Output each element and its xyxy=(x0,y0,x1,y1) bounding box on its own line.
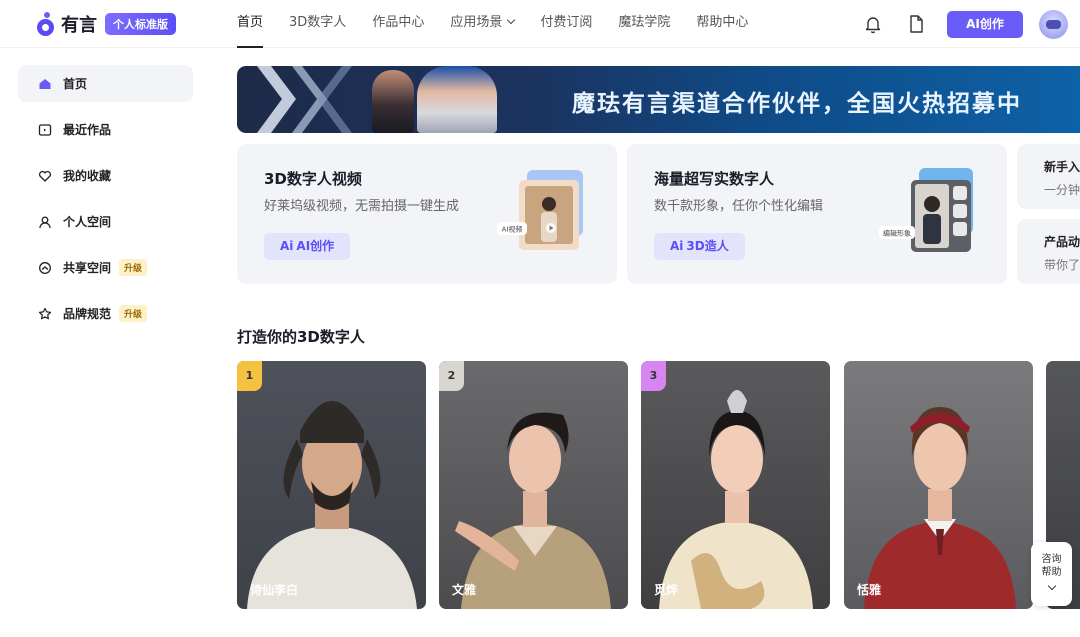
sidebar-item-brand[interactable]: 品牌规范 升级 xyxy=(18,295,193,332)
side-card-product-news[interactable]: 产品动 带你了 xyxy=(1017,219,1080,284)
nav-item-scenes[interactable]: 应用场景 xyxy=(450,0,516,48)
avatar-face-icon xyxy=(1046,20,1061,29)
digital-human-image xyxy=(247,401,417,609)
sidebar-item-personal-space[interactable]: 个人空间 xyxy=(18,203,193,240)
card-title: 海量超写实数字人 xyxy=(654,170,775,188)
side-card-beginner[interactable]: 新手入 一分钟 xyxy=(1017,144,1080,209)
nav-item-subscription[interactable]: 付费订阅 xyxy=(540,0,592,48)
digital-human-card[interactable]: 1 诗仙李白 xyxy=(237,361,426,609)
sidebar-item-favorites[interactable]: 我的收藏 xyxy=(18,157,193,194)
nav-item-scenes-label: 应用场景 xyxy=(450,15,503,30)
card-title: 3D数字人视频 xyxy=(264,170,362,188)
help-widget[interactable]: 咨询 帮助 xyxy=(1031,542,1072,606)
upgrade-badge: 升级 xyxy=(119,259,148,276)
video-card-illustration: AI视频 xyxy=(497,170,583,250)
card-button-label: 3D造人 xyxy=(686,239,729,253)
logo-text: 有言 xyxy=(61,15,97,36)
card-button-label: AI创作 xyxy=(296,239,335,253)
banner-x-graphic xyxy=(257,66,352,133)
chevron-down-icon[interactable] xyxy=(1047,581,1056,591)
sidebar-item-shared-space[interactable]: 共享空间 升级 xyxy=(18,249,193,286)
home-icon xyxy=(38,77,52,91)
nav-item-help[interactable]: 帮助中心 xyxy=(696,0,748,48)
logo-mark-icon xyxy=(37,12,59,36)
avatar-card-illustration: 编辑形象 xyxy=(879,168,973,252)
avatar[interactable] xyxy=(1039,10,1068,39)
section-title: 打造你的3D数字人 xyxy=(237,328,365,346)
digital-human-image xyxy=(659,390,813,609)
card-tag: AI视频 xyxy=(502,225,523,234)
brand-icon xyxy=(38,307,52,321)
document-icon[interactable] xyxy=(907,14,925,34)
sidebar-item-label: 共享空间 xyxy=(63,261,112,275)
nav-item-academy[interactable]: 魔珐学院 xyxy=(618,0,670,48)
digital-human-name: 恬雅 xyxy=(857,583,882,597)
digital-human-card[interactable]: 恬雅 xyxy=(844,361,1033,609)
card-tag: 编辑形象 xyxy=(883,229,911,238)
help-label: 咨询 xyxy=(1041,554,1062,565)
rank-badge: 2 xyxy=(439,361,464,391)
plan-badge: 个人标准版 xyxy=(105,13,176,35)
sidebar-item-label: 最近作品 xyxy=(63,123,112,137)
digital-human-image xyxy=(864,407,1016,609)
rank-badge: 1 xyxy=(237,361,262,391)
side-card-subtitle: 带你了 xyxy=(1044,258,1080,272)
card-subtitle: 数千款形象，任你个性化编辑 xyxy=(654,199,824,214)
user-icon xyxy=(38,215,52,229)
side-card-subtitle: 一分钟 xyxy=(1044,183,1080,197)
share-icon xyxy=(38,261,52,275)
bell-icon[interactable] xyxy=(864,14,882,34)
sidebar-item-label: 个人空间 xyxy=(63,215,112,229)
sidebar-item-label: 我的收藏 xyxy=(63,169,112,183)
banner-text: 魔珐有言渠道合作伙伴，全国火热招募中 xyxy=(572,91,1022,117)
side-card-title: 新手入 xyxy=(1044,160,1080,174)
ai-create-button[interactable]: AI创作 xyxy=(947,11,1023,38)
side-card-title: 产品动 xyxy=(1044,235,1080,249)
ai-create-card-button[interactable]: Ai AI创作 xyxy=(264,233,351,260)
rank-badge: 3 xyxy=(641,361,666,391)
feature-card-video[interactable]: 3D数字人视频 好莱坞级视频，无需拍摄一键生成 Ai AI创作 AI视频 xyxy=(237,144,617,284)
promo-banner[interactable]: 魔珐有言渠道合作伙伴，全国火热招募中 xyxy=(237,66,1080,133)
digital-human-name: 觅烨 xyxy=(654,583,679,597)
card-subtitle: 好莱坞级视频，无需拍摄一键生成 xyxy=(264,199,460,214)
help-label: 帮助 xyxy=(1041,567,1062,578)
nav-item-3d-human[interactable]: 3D数字人 xyxy=(289,0,346,48)
recent-icon xyxy=(38,123,52,137)
digital-human-name: 诗仙李白 xyxy=(250,583,299,597)
logo[interactable]: 有言 个人标准版 xyxy=(37,11,176,37)
digital-human-card[interactable]: 3 觅烨 xyxy=(641,361,830,609)
ai-icon: Ai xyxy=(280,239,294,253)
3d-create-button[interactable]: Ai 3D造人 xyxy=(654,233,745,260)
sidebar: 首页 最近作品 我的收藏 个人空间 共享空间 升级 品牌规范 升级 xyxy=(0,48,207,637)
top-header: 有言 个人标准版 首页 3D数字人 作品中心 应用场景 付费订阅 魔珐学院 帮助… xyxy=(0,0,1080,48)
sidebar-item-recent[interactable]: 最近作品 xyxy=(18,111,193,148)
upgrade-badge: 升级 xyxy=(119,305,148,322)
ai-icon: Ai xyxy=(670,239,684,253)
digital-human-name: 文雅 xyxy=(452,583,477,597)
heart-icon xyxy=(38,169,52,183)
main-nav: 首页 3D数字人 作品中心 应用场景 付费订阅 魔珐学院 帮助中心 xyxy=(237,0,774,48)
digital-human-image xyxy=(455,412,611,609)
chevron-down-icon xyxy=(507,15,516,25)
digital-human-card[interactable]: 2 文雅 xyxy=(439,361,628,609)
banner-figure-image xyxy=(372,70,414,133)
sidebar-item-label: 首页 xyxy=(63,77,88,91)
sidebar-item-home[interactable]: 首页 xyxy=(18,65,193,102)
nav-item-works[interactable]: 作品中心 xyxy=(372,0,424,48)
sidebar-item-label: 品牌规范 xyxy=(63,307,112,321)
feature-card-avatar[interactable]: 海量超写实数字人 数千款形象，任你个性化编辑 Ai 3D造人 编辑形象 xyxy=(627,144,1007,284)
banner-figure-image xyxy=(417,66,497,133)
main-content: 魔珐有言渠道合作伙伴，全国火热招募中 3D数字人视频 好莱坞级视频，无需拍摄一键… xyxy=(207,48,1080,637)
nav-item-home[interactable]: 首页 xyxy=(237,0,264,48)
